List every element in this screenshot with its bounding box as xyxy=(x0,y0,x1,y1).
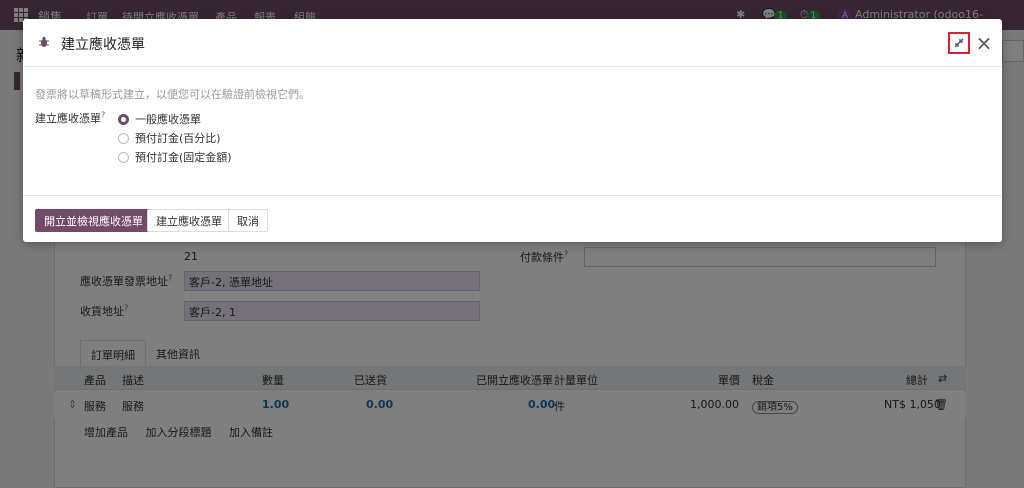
close-icon: × xyxy=(975,31,993,55)
help-icon[interactable]: ? xyxy=(101,110,105,119)
create-invoice-dialog: 建立應收憑單 × 發票將以草稿形式建立，以便您可以在驗證前檢視它們。 建立應收憑… xyxy=(23,19,1002,242)
dialog-body: 發票將以草稿形式建立，以便您可以在驗證前檢視它們。 建立應收憑單? 一般應收憑單… xyxy=(23,67,1002,195)
invoice-type-label: 建立應收憑單? xyxy=(35,110,106,125)
radio-down-payment-percent[interactable]: 預付訂金(百分比) xyxy=(118,130,221,146)
radio-label: 一般應收憑單 xyxy=(135,113,201,126)
bug-icon xyxy=(39,36,49,47)
dialog-title: 建立應收憑單 xyxy=(61,37,145,53)
cancel-button[interactable]: 取消 xyxy=(228,209,268,232)
draft-note: 發票將以草稿形式建立，以便您可以在驗證前檢視它們。 xyxy=(35,88,310,101)
close-dialog-button[interactable]: × xyxy=(974,32,994,54)
collapse-arrows-icon xyxy=(954,38,964,48)
expand-dialog-button[interactable] xyxy=(948,32,970,54)
radio-regular-invoice[interactable]: 一般應收憑單 xyxy=(118,111,201,127)
dialog-footer: 開立並檢視應收憑單 建立應收憑單 取消 xyxy=(23,195,1002,242)
radio-button[interactable] xyxy=(118,151,129,163)
radio-button[interactable] xyxy=(118,113,129,125)
create-and-view-invoice-button[interactable]: 開立並檢視應收憑單 xyxy=(35,209,152,232)
radio-down-payment-fixed[interactable]: 預付訂金(固定金額) xyxy=(118,149,232,165)
radio-label: 預付訂金(百分比) xyxy=(135,132,221,145)
radio-button[interactable] xyxy=(118,132,129,144)
dialog-header: 建立應收憑單 × xyxy=(23,19,1002,67)
radio-label: 預付訂金(固定金額) xyxy=(135,151,232,164)
create-invoice-button[interactable]: 建立應收憑單 xyxy=(147,209,231,232)
